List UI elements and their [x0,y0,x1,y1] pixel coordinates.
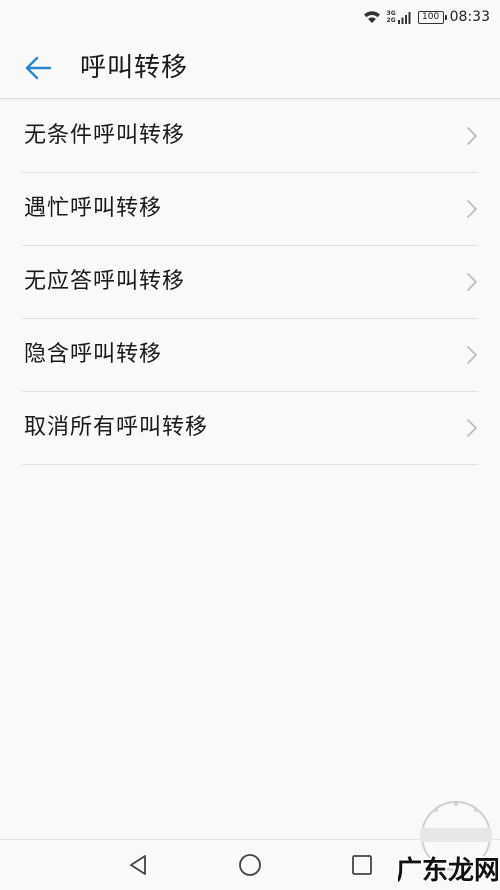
signal-icon [397,10,412,24]
chevron-right-icon [467,200,477,218]
menu-item-cancel-all-forwarding[interactable]: 取消所有呼叫转移 [22,392,478,465]
network-type-bottom: 2G [386,17,396,24]
page-title: 呼叫转移 [80,53,189,83]
wifi-icon [363,10,381,24]
chevron-right-icon [467,127,477,145]
menu-item-label: 遇忙呼叫转移 [24,196,163,221]
nav-back-button[interactable] [125,852,151,878]
chevron-right-icon [467,346,477,364]
menu-item-label: 无应答呼叫转移 [24,269,186,294]
circle-home-icon [239,854,261,876]
nav-recent-button[interactable] [349,852,375,878]
navigation-bar [0,839,500,890]
arrow-left-icon [25,56,52,80]
menu-item-label: 隐含呼叫转移 [24,342,163,367]
battery-icon: 100 [417,10,447,24]
call-forwarding-list: 无条件呼叫转移 遇忙呼叫转移 无应答呼叫转移 隐含呼叫转移 取消所有呼叫转移 [0,100,500,465]
menu-item-unconditional-forwarding[interactable]: 无条件呼叫转移 [22,100,478,173]
network-type-top: 3G [386,10,396,17]
network-type: 3G 2G [387,10,396,24]
app-bar: 呼叫转移 [0,34,500,99]
menu-item-label: 取消所有呼叫转移 [24,415,209,440]
menu-item-label: 无条件呼叫转移 [24,123,186,148]
status-bar: 3G 2G 100 08:33 [0,0,500,34]
square-recent-icon [352,855,372,875]
status-time: 08:33 [449,9,490,25]
menu-item-implicit-forwarding[interactable]: 隐含呼叫转移 [22,319,478,392]
chevron-right-icon [467,273,477,291]
back-button[interactable] [18,48,58,88]
menu-item-no-answer-forwarding[interactable]: 无应答呼叫转移 [22,246,478,319]
status-indicators: 3G 2G 100 08:33 [363,6,490,28]
nav-home-button[interactable] [237,852,263,878]
chevron-right-icon [467,419,477,437]
triangle-back-icon [130,855,146,875]
menu-item-busy-forwarding[interactable]: 遇忙呼叫转移 [22,173,478,246]
